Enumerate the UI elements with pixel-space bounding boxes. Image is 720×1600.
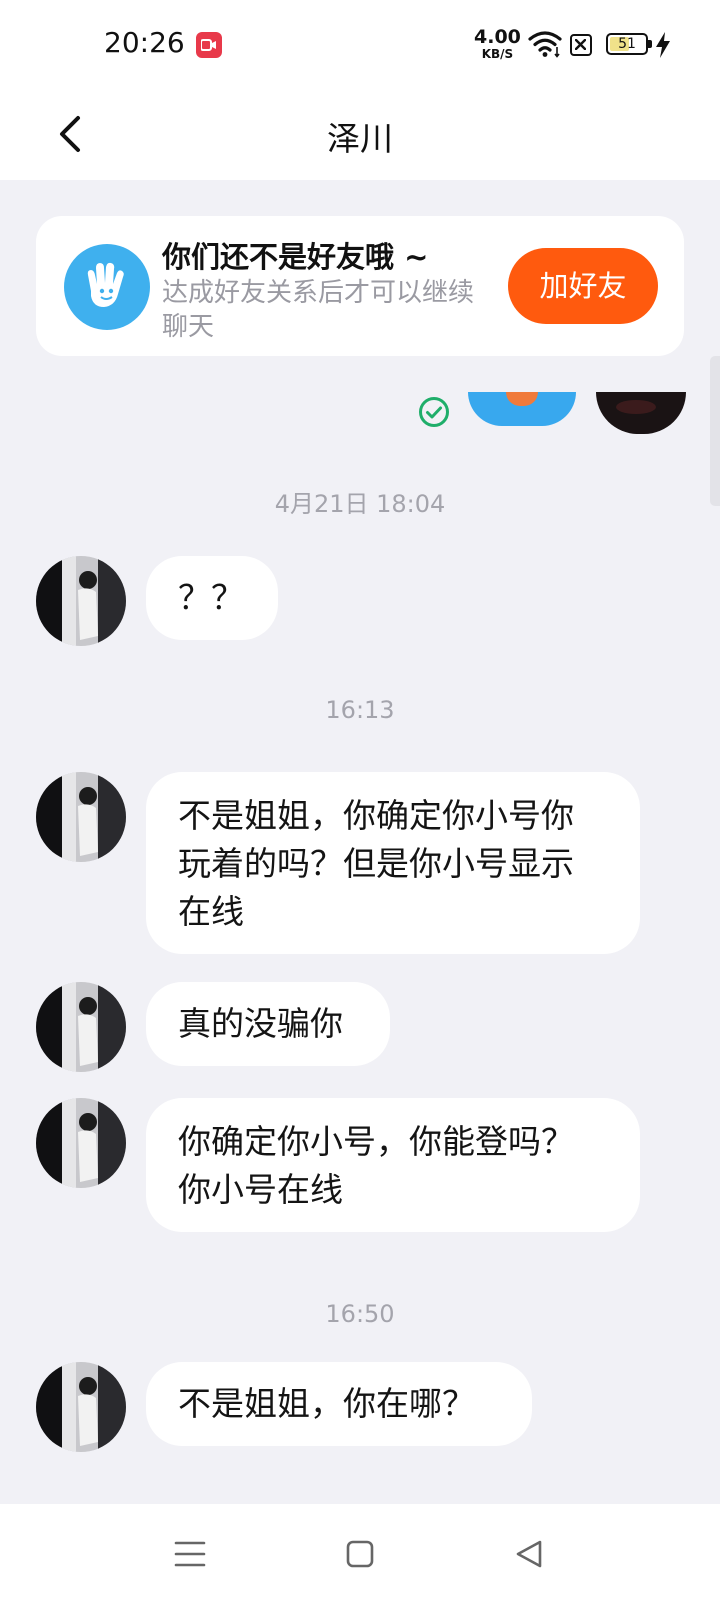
timestamp: 16:13 bbox=[325, 696, 395, 724]
timestamp: 16:50 bbox=[325, 1300, 395, 1328]
message-text-line: 在线 bbox=[178, 892, 244, 931]
peek-avatar-blue[interactable] bbox=[468, 392, 576, 426]
message-bubble[interactable]: 真的没骗你 bbox=[146, 982, 390, 1066]
page-title: 泽川 bbox=[327, 119, 393, 158]
battery-tip bbox=[648, 40, 652, 48]
network-speed-unit: KB/S bbox=[481, 47, 514, 61]
message-text-line: 玩着的吗？但是你小号显示 bbox=[178, 844, 574, 883]
network-speed: 4.00 KB/S bbox=[474, 26, 521, 61]
message-text: ？？ bbox=[178, 578, 244, 617]
battery-icon: 51 bbox=[606, 33, 648, 55]
add-friend-button[interactable]: 加好友 bbox=[508, 248, 658, 324]
system-nav-bar bbox=[0, 1504, 720, 1600]
sender-avatar[interactable] bbox=[36, 1098, 126, 1188]
message-text-line: 你小号在线 bbox=[178, 1170, 343, 1209]
battery-level: 51 bbox=[618, 36, 636, 52]
back-triangle-icon bbox=[516, 1540, 542, 1568]
message-bubble[interactable]: ？？ bbox=[146, 556, 278, 640]
sender-avatar[interactable] bbox=[36, 556, 126, 646]
message-bubble[interactable]: 不是姐姐，你确定你小号你 玩着的吗？但是你小号显示 在线 bbox=[146, 772, 640, 954]
home-square-icon bbox=[346, 1540, 374, 1568]
message-bubble[interactable]: 不是姐姐，你在哪？ bbox=[146, 1362, 532, 1446]
message-text-line: 你确定你小号，你能登吗？ bbox=[178, 1122, 574, 1161]
message-bubble[interactable]: 你确定你小号，你能登吗？ 你小号在线 bbox=[146, 1098, 640, 1232]
sender-avatar[interactable] bbox=[36, 1362, 126, 1452]
status-bar: 20:26 4.00 KB/S 51 bbox=[0, 0, 720, 88]
message-text: 真的没骗你 bbox=[178, 1004, 343, 1043]
sim-blocked-icon bbox=[570, 34, 592, 56]
wifi-icon bbox=[528, 30, 562, 62]
status-time: 20:26 bbox=[104, 26, 185, 59]
home-button[interactable] bbox=[340, 1534, 380, 1574]
network-speed-value: 4.00 bbox=[474, 26, 521, 48]
check-circle-icon bbox=[418, 396, 450, 432]
timestamp: 4月21日 18:04 bbox=[274, 490, 446, 518]
not-friends-subtitle: 达成好友关系后才可以继续聊天 bbox=[162, 278, 475, 342]
system-back-button[interactable] bbox=[510, 1534, 550, 1574]
waving-hand-icon bbox=[64, 244, 150, 330]
message-text-line: 不是姐姐，你确定你小号你 bbox=[178, 796, 574, 835]
charging-bolt-icon bbox=[656, 32, 670, 62]
screen-record-icon bbox=[196, 32, 222, 58]
menu-icon bbox=[174, 1541, 206, 1567]
not-friends-card: 你们还不是好友哦 ~ 达成好友关系后才可以继续聊天 加好友 bbox=[36, 216, 684, 356]
menu-button[interactable] bbox=[170, 1534, 210, 1574]
sender-avatar[interactable] bbox=[36, 982, 126, 1072]
chat-header: 泽川 bbox=[0, 88, 720, 180]
not-friends-title: 你们还不是好友哦 ~ bbox=[162, 240, 429, 274]
message-text: 不是姐姐，你在哪？ bbox=[178, 1384, 475, 1423]
sender-avatar[interactable] bbox=[36, 772, 126, 862]
peek-avatar-dark[interactable] bbox=[596, 392, 686, 434]
